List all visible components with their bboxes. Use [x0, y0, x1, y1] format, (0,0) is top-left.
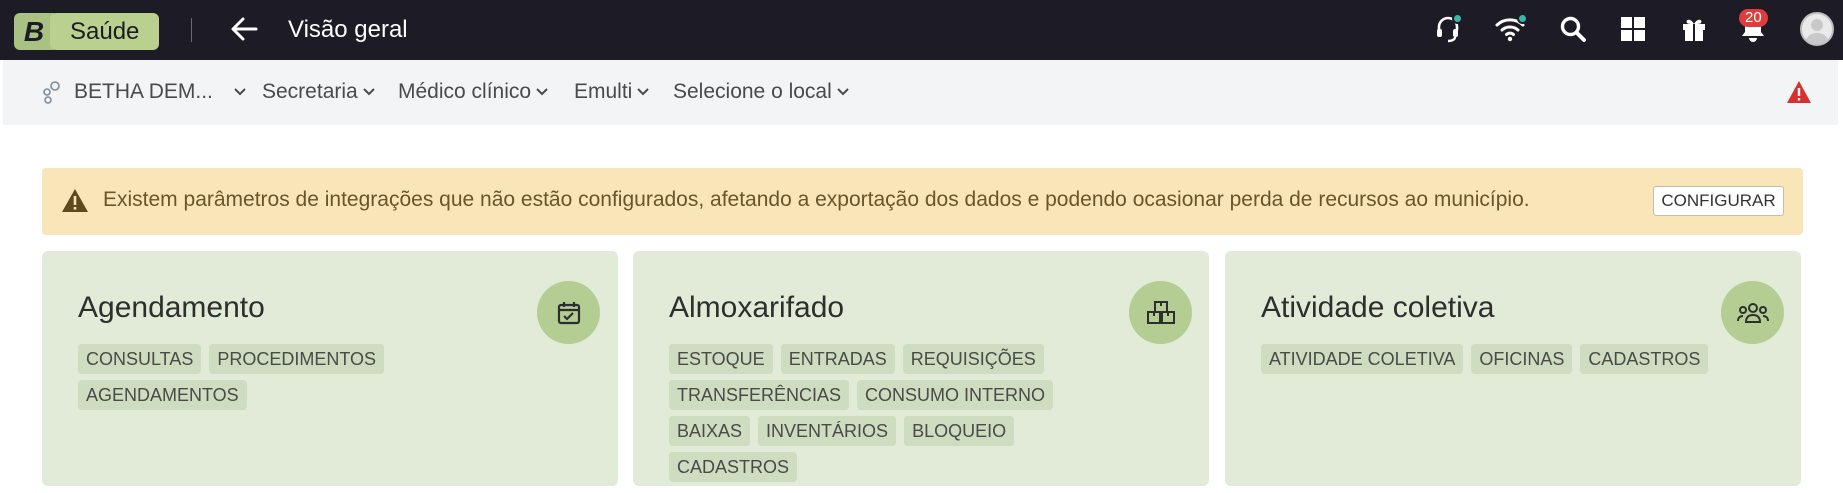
search-button[interactable]	[1556, 12, 1590, 46]
brand-letter: B	[14, 13, 54, 50]
news-button[interactable]	[1677, 12, 1711, 46]
tag-estoque[interactable]: ESTOQUE	[669, 344, 773, 374]
team-label: Emulti	[574, 80, 633, 103]
module-card-almoxarifado[interactable]: Almoxarifado ESTOQUE ENTRADAS REQUISIÇÕE…	[633, 251, 1209, 486]
tag-agendamentos[interactable]: AGENDAMENTOS	[78, 380, 247, 410]
tag-inventarios[interactable]: INVENTÁRIOS	[758, 416, 897, 446]
tag-list: ESTOQUE ENTRADAS REQUISIÇÕES TRANSFERÊNC…	[669, 344, 1149, 488]
alert-message: Existem parâmetros de integrações que nã…	[103, 188, 1530, 211]
tag-consultas[interactable]: CONSULTAS	[78, 344, 202, 374]
chevron-down-icon	[836, 87, 850, 97]
secretaria-label: Secretaria	[262, 80, 358, 103]
secretaria-selector[interactable]: Secretaria	[262, 80, 376, 104]
tag-requisicoes[interactable]: REQUISIÇÕES	[902, 344, 1044, 374]
chevron-down-icon	[636, 87, 650, 97]
tag-baixas[interactable]: BAIXAS	[669, 416, 751, 446]
integration-alert: Existem parâmetros de integrações que nã…	[42, 168, 1803, 235]
location-label: Selecione o local	[673, 80, 832, 103]
entity-selector[interactable]: BETHA DEM...	[40, 80, 247, 104]
tag-cadastros[interactable]: CADASTROS	[1580, 344, 1709, 374]
arrow-left-icon	[231, 17, 258, 41]
back-button[interactable]	[227, 12, 261, 46]
tag-list: CONSULTAS PROCEDIMENTOS AGENDAMENTOS	[78, 344, 558, 416]
warning-icon	[61, 188, 89, 219]
tag-cadastros[interactable]: CADASTROS	[669, 452, 798, 482]
search-icon	[1560, 16, 1586, 42]
brand-name: Saúde	[50, 13, 160, 50]
link-nodes-icon	[43, 81, 60, 104]
boxes-icon	[1129, 281, 1192, 344]
chevron-down-icon	[362, 87, 376, 97]
configure-button[interactable]: CONFIGURAR	[1653, 186, 1784, 216]
group-icon	[1721, 281, 1784, 344]
apps-grid-icon	[1621, 17, 1645, 41]
card-title: Agendamento	[78, 291, 265, 324]
status-dot	[1452, 13, 1463, 24]
entity-label: BETHA DEM...	[74, 80, 213, 103]
module-card-atividade-coletiva[interactable]: Atividade coletiva ATIVIDADE COLETIVA OF…	[1225, 251, 1801, 486]
tag-bloqueio[interactable]: BLOQUEIO	[904, 416, 1015, 446]
brand-logo[interactable]: B Saúde	[14, 13, 160, 50]
notification-count-badge: 20	[1739, 9, 1768, 27]
tag-consumo-interno[interactable]: CONSUMO INTERNO	[857, 380, 1054, 410]
top-bar: B Saúde Visão geral 20	[0, 0, 1843, 60]
chevron-down-icon	[233, 87, 247, 97]
apps-button[interactable]	[1616, 12, 1650, 46]
user-icon	[1805, 19, 1829, 44]
calendar-check-icon	[537, 281, 600, 344]
tag-procedimentos[interactable]: PROCEDIMENTOS	[209, 344, 385, 374]
tag-oficinas[interactable]: OFICINAS	[1471, 344, 1573, 374]
role-selector[interactable]: Médico clínico	[398, 80, 549, 104]
card-title: Atividade coletiva	[1261, 291, 1495, 324]
tag-entradas[interactable]: ENTRADAS	[780, 344, 895, 374]
warning-icon[interactable]	[1786, 80, 1812, 109]
page-title: Visão geral	[288, 16, 408, 43]
divider	[191, 18, 192, 42]
avatar[interactable]	[1800, 12, 1834, 46]
context-bar: BETHA DEM... Secretaria Médico clínico E…	[3, 60, 1838, 125]
tag-transferencias[interactable]: TRANSFERÊNCIAS	[669, 380, 850, 410]
chevron-down-icon	[535, 87, 549, 97]
team-selector[interactable]: Emulti	[574, 80, 650, 104]
tag-list: ATIVIDADE COLETIVA OFICINAS CADASTROS	[1261, 344, 1741, 380]
tag-atividade-coletiva[interactable]: ATIVIDADE COLETIVA	[1261, 344, 1464, 374]
role-label: Médico clínico	[398, 80, 532, 103]
gift-icon	[1683, 19, 1705, 41]
status-dot	[1517, 13, 1528, 24]
module-card-agendamento[interactable]: Agendamento CONSULTAS PROCEDIMENTOS AGEN…	[42, 251, 618, 486]
location-selector[interactable]: Selecione o local	[673, 80, 850, 104]
card-title: Almoxarifado	[669, 291, 845, 324]
